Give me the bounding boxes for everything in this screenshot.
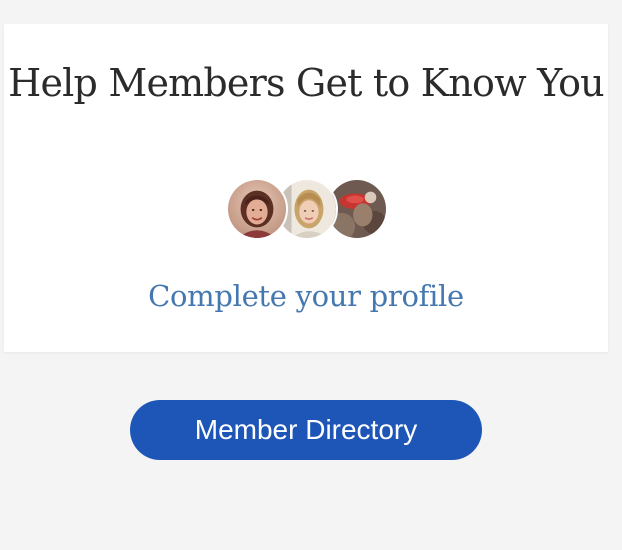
profile-completion-card: Help Members Get to Know You Complete yo… (4, 24, 608, 352)
card-headline: Help Members Get to Know You (8, 61, 604, 105)
complete-profile-link[interactable]: Complete your profile (4, 276, 608, 316)
member-directory-button[interactable]: Member Directory (130, 400, 482, 460)
member-photo-1-icon (228, 180, 286, 238)
member-avatars (226, 178, 388, 244)
member-avatar-1 (226, 178, 288, 240)
